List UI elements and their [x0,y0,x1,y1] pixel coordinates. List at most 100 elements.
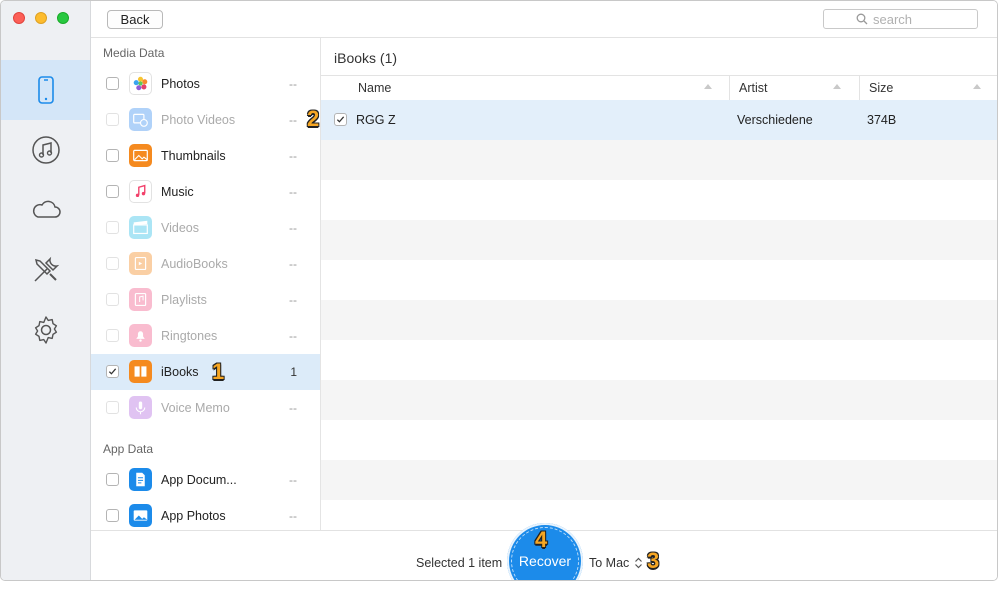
empty-row [321,140,997,180]
row-checkbox[interactable] [334,113,347,126]
zoom-window-button[interactable] [57,12,69,24]
category-label: AudioBooks [161,257,228,271]
media-data-header: Media Data [103,46,165,60]
category-ringtones: Ringtones -- [91,318,320,354]
category-count: -- [289,401,297,415]
table-body: RGG Z Verschiedene 374B [321,100,997,540]
rail-item-icloud[interactable] [1,180,90,240]
back-button[interactable]: Back [107,10,163,29]
empty-row [321,380,997,420]
column-artist[interactable]: Artist [739,76,767,100]
category-app-photos[interactable]: App Photos -- [91,498,320,534]
category-count: -- [289,185,297,199]
gear-icon [34,316,57,344]
videos-icon [129,216,152,239]
category-count: -- [289,509,297,523]
category-count: -- [289,77,297,91]
empty-row [321,420,997,460]
playlists-icon [129,288,152,311]
column-name[interactable]: Name [358,76,391,100]
category-photo-videos: Photo Videos -- [91,102,320,138]
phone-icon [37,76,54,104]
category-checkbox [106,293,119,306]
category-thumbnails[interactable]: Thumbnails -- [91,138,320,174]
category-count: -- [289,329,297,343]
photo-videos-icon [129,108,152,131]
checkmark-icon [108,368,117,375]
rail-item-settings[interactable] [1,300,90,360]
thumbnails-icon [129,144,152,167]
search-input[interactable] [873,11,945,27]
category-ibooks[interactable]: iBooks 1 [91,354,320,390]
destination-select[interactable]: To Mac [589,556,643,570]
table-row[interactable]: RGG Z Verschiedene 374B [321,100,997,140]
category-label: Videos [161,221,199,235]
checkmark-icon [336,116,345,123]
category-label: Thumbnails [161,149,226,163]
rail-item-itunes[interactable] [1,120,90,180]
app-photos-icon [129,504,152,527]
step-badge-2: 2 [307,106,320,131]
mode-rail [1,1,91,580]
category-label: Playlists [161,293,207,307]
ringtones-icon [129,324,152,347]
file-list-panel: iBooks (1) Name Artist Size RGG Z Versch… [321,38,997,530]
voice-memo-icon [129,396,152,419]
category-count: -- [289,293,297,307]
category-checkbox[interactable] [106,473,119,486]
category-photos[interactable]: Photos -- [91,66,320,102]
category-audiobooks: AudioBooks -- [91,246,320,282]
cell-artist: Verschiedene [737,113,813,127]
category-checkbox [106,221,119,234]
category-checkbox[interactable] [106,77,119,90]
category-checkbox [106,329,119,342]
table-header: Name Artist Size [321,75,997,101]
category-checkbox[interactable] [106,185,119,198]
music-icon [129,180,152,203]
category-checkbox [106,257,119,270]
sort-arrow-icon [973,84,981,89]
audiobooks-icon [129,252,152,275]
empty-row [321,180,997,220]
category-checkbox [106,401,119,414]
category-label: Music [161,185,194,199]
rail-item-device[interactable] [1,60,90,120]
category-checkbox[interactable] [106,365,119,378]
step-badge-4: 4 [535,527,548,552]
category-app-documents[interactable]: App Docum... -- [91,462,320,498]
tools-icon [33,256,59,282]
app-window: Back Media Data Photos -- Photo Videos -… [0,0,998,581]
category-checkbox [106,113,119,126]
category-checkbox[interactable] [106,509,119,522]
close-window-button[interactable] [13,12,25,24]
sort-arrow-icon [833,84,841,89]
category-checkbox[interactable] [106,149,119,162]
empty-row [321,340,997,380]
category-music[interactable]: Music -- [91,174,320,210]
search-box[interactable] [823,9,978,29]
app-documents-icon [129,468,152,491]
column-divider[interactable] [729,76,730,100]
category-voice-memo: Voice Memo -- [91,390,320,426]
category-count: 1 [290,365,297,379]
category-label: App Photos [161,509,226,523]
minimize-window-button[interactable] [35,12,47,24]
rail-item-tools[interactable] [1,240,90,300]
category-count: -- [289,149,297,163]
cell-size: 374B [867,113,897,127]
selection-summary: Selected 1 item [416,556,503,570]
category-count: -- [289,473,297,487]
empty-row [321,220,997,260]
sort-arrow-icon [704,84,712,89]
column-size[interactable]: Size [869,76,893,100]
category-label: Ringtones [161,329,218,343]
app-data-header: App Data [103,442,154,456]
empty-row [321,300,997,340]
step-badge-3: 3 [647,548,660,573]
cloud-icon [32,200,61,218]
ibooks-icon [129,360,152,383]
column-divider[interactable] [859,76,860,100]
category-playlists: Playlists -- [91,282,320,318]
search-icon [856,13,868,25]
category-label: Photos [161,77,200,91]
